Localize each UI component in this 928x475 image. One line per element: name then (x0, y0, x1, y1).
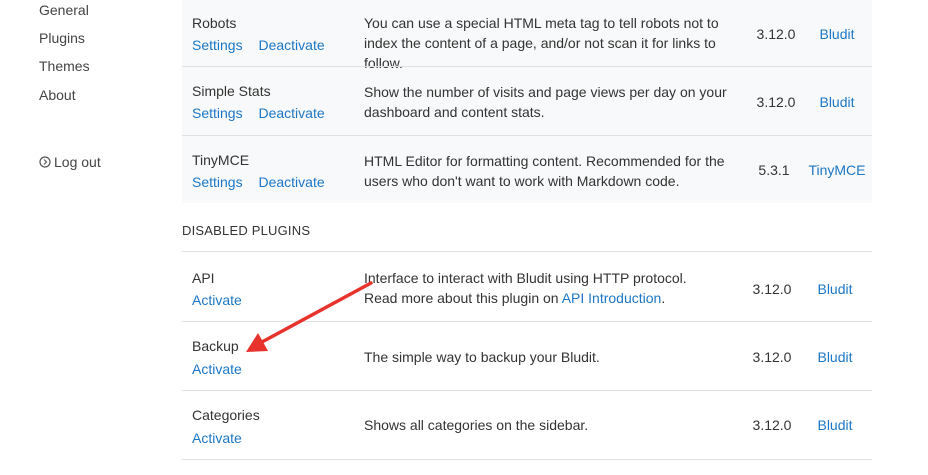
plugin-name: API (192, 270, 215, 286)
activate-link[interactable]: Activate (192, 361, 242, 377)
logout-label: Log out (54, 154, 101, 170)
plugin-description: Shows all categories on the sidebar. (364, 417, 589, 433)
plugin-version: 3.12.0 (752, 349, 792, 365)
plugin-version: 3.12.0 (752, 281, 792, 297)
description-text: . (661, 290, 666, 306)
plugin-author-link[interactable]: Bludit (802, 25, 872, 43)
plugin-actions: Activate (192, 360, 242, 378)
api-introduction-link[interactable]: API Introduction (562, 290, 662, 306)
plugin-actions: Activate (192, 291, 242, 309)
description-text: Read more about this plugin on (364, 290, 562, 306)
plugin-description: You can use a special HTML meta tag to t… (364, 15, 719, 71)
plugin-row-tinymce: TinyMCE Settings Deactivate HTML Editor … (182, 136, 872, 203)
plugin-name: Backup (192, 338, 239, 354)
plugin-row-robots: Robots Settings Deactivate You can use a… (182, 0, 872, 71)
activate-link[interactable]: Activate (192, 292, 242, 308)
plugin-actions: Settings Deactivate (192, 104, 325, 122)
power-icon (39, 156, 51, 168)
section-divider (182, 251, 872, 252)
sidebar-item-about[interactable]: About (39, 86, 76, 104)
activate-link[interactable]: Activate (192, 430, 242, 446)
sidebar-item-themes[interactable]: Themes (39, 57, 90, 75)
plugin-description: HTML Editor for formatting content. Reco… (364, 153, 725, 189)
deactivate-link[interactable]: Deactivate (258, 37, 324, 53)
plugin-description: The simple way to backup your Bludit. (364, 349, 600, 365)
plugin-author-link[interactable]: Bludit (802, 93, 872, 111)
deactivate-link[interactable]: Deactivate (258, 174, 324, 190)
plugin-author-link[interactable]: Bludit (800, 280, 870, 298)
plugin-name: Robots (192, 15, 237, 31)
plugin-description: Interface to interact with Bludit using … (364, 268, 744, 308)
plugin-description: Show the number of visits and page views… (364, 84, 727, 120)
settings-link[interactable]: Settings (192, 174, 243, 190)
disabled-plugins-heading: DISABLED PLUGINS (182, 223, 311, 238)
plugin-row-categories: Categories Activate Shows all categories… (182, 391, 872, 459)
plugin-author-link[interactable]: Bludit (800, 348, 870, 366)
plugin-version: 5.3.1 (758, 162, 790, 178)
plugin-row-backup: Backup Activate The simple way to backup… (182, 322, 872, 390)
deactivate-link[interactable]: Deactivate (258, 105, 324, 121)
plugin-row-api: API Activate Interface to interact with … (182, 253, 872, 321)
plugin-actions: Settings Deactivate (192, 36, 325, 54)
plugin-author-link[interactable]: TinyMCE (802, 161, 872, 179)
sidebar: General Plugins Themes About Log out (0, 0, 170, 475)
description-line: Read more about this plugin on API Intro… (364, 288, 744, 308)
plugin-name: Simple Stats (192, 83, 271, 99)
row-divider (182, 459, 872, 460)
logout-link[interactable]: Log out (39, 153, 101, 171)
plugin-row-simple-stats: Simple Stats Settings Deactivate Show th… (182, 67, 872, 135)
plugins-main: Robots Settings Deactivate You can use a… (182, 0, 872, 475)
settings-link[interactable]: Settings (192, 37, 243, 53)
plugin-version: 3.12.0 (752, 417, 792, 433)
settings-link[interactable]: Settings (192, 105, 243, 121)
plugin-actions: Settings Deactivate (192, 173, 325, 191)
sidebar-item-general[interactable]: General (39, 1, 89, 19)
plugin-author-link[interactable]: Bludit (800, 416, 870, 434)
plugin-actions: Activate (192, 429, 242, 447)
plugin-name: Categories (192, 407, 260, 423)
plugin-name: TinyMCE (192, 152, 250, 168)
plugin-version: 3.12.0 (756, 26, 796, 42)
sidebar-item-plugins[interactable]: Plugins (39, 29, 85, 47)
description-line: Interface to interact with Bludit using … (364, 270, 687, 286)
plugin-version: 3.12.0 (756, 94, 796, 110)
